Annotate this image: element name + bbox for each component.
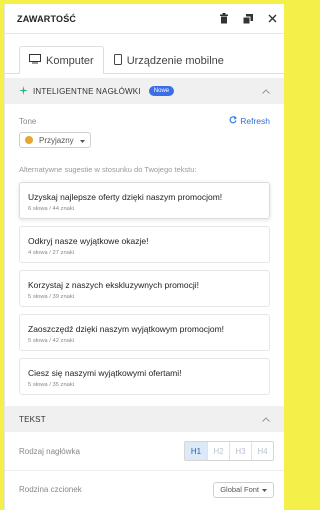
suggestion-list: Uzyskaj najlepsze oferty dzięki naszym p… [19, 182, 270, 395]
text-section-title: TEKST [19, 414, 46, 424]
suggestion-meta: 5 słowa / 35 znaki [28, 382, 75, 388]
suggestion-meta: 5 słowa / 42 znaki [28, 338, 75, 344]
suggestion-text: Zaoszczędź dzięki naszym wyjątkowym prom… [28, 324, 225, 334]
suggestion-meta: 4 słowa / 27 znaki [28, 250, 75, 256]
panel-header: ZAWARTOŚĆ [5, 4, 284, 34]
suggestion-meta: 6 słowa / 44 znaki [28, 206, 75, 212]
heading-type-label: Rodzaj nagłówka [19, 446, 80, 456]
mobile-icon [113, 53, 122, 68]
refresh-label: Refresh [240, 116, 270, 126]
suggestion-meta: 5 słowa / 39 znaki [28, 294, 75, 300]
refresh-icon [229, 116, 238, 126]
sidebar-panel: ZAWARTOŚĆ Komputer Urządzenie mobilne IN… [4, 4, 284, 510]
suggestion-card[interactable]: Uzyskaj najlepsze oferty dzięki naszym p… [19, 182, 270, 219]
text-section: TEKST Rodzaj nagłówka H1 H2 H3 H4 Rodzin… [5, 406, 284, 508]
heading-type-segmented: H1 H2 H3 H4 [184, 441, 274, 461]
refresh-button[interactable]: Refresh [229, 116, 270, 126]
caret-down-icon [262, 485, 267, 494]
close-icon[interactable] [260, 4, 284, 33]
chevron-up-icon[interactable] [262, 87, 270, 96]
heading-h2-button[interactable]: H2 [207, 442, 229, 460]
tab-mobile-label: Urządzenie mobilne [126, 54, 224, 67]
tab-desktop[interactable]: Komputer [19, 46, 104, 74]
heading-h3-button[interactable]: H3 [229, 442, 251, 460]
panel-title: ZAWARTOŚĆ [17, 13, 77, 24]
suggestion-card[interactable]: Odkryj nasze wyjątkowe okazje! 4 słowa /… [19, 226, 270, 263]
heading-h1-button[interactable]: H1 [185, 442, 207, 460]
suggestion-card[interactable]: Zaoszczędź dzięki naszym wyjątkowym prom… [19, 314, 270, 351]
tab-mobile[interactable]: Urządzenie mobilne [104, 46, 234, 74]
smart-headlines-header[interactable]: INTELIGENTNE NAGŁÓWKI Nowe [5, 78, 284, 104]
duplicate-icon[interactable] [236, 4, 260, 33]
new-badge: Nowe [148, 86, 175, 96]
desktop-icon [29, 54, 41, 67]
alternatives-label: Alternatywne sugestie w stosunku do Twoj… [19, 165, 197, 174]
font-family-select[interactable]: Global Font [213, 481, 274, 498]
font-family-label: Rodzina czcionek [19, 485, 82, 494]
heading-h4-button[interactable]: H4 [251, 442, 273, 460]
sparkle-icon [19, 85, 28, 97]
suggestion-text: Uzyskaj najlepsze oferty dzięki naszym p… [28, 192, 223, 202]
device-tabs: Komputer Urządzenie mobilne [5, 34, 284, 74]
font-family-row: Rodzina czcionek Global Font [5, 470, 284, 508]
suggestion-card[interactable]: Korzystaj z naszych ekskluzywnych promoc… [19, 270, 270, 307]
tone-label: Tone [19, 116, 37, 126]
suggestion-text: Korzystaj z naszych ekskluzywnych promoc… [28, 280, 200, 290]
tab-desktop-label: Komputer [46, 54, 94, 67]
text-section-header[interactable]: TEKST [5, 406, 284, 432]
font-family-value: Global Font [220, 485, 259, 494]
trash-icon[interactable] [212, 4, 236, 33]
tone-select[interactable]: Przyjazny [19, 132, 91, 148]
suggestion-card[interactable]: Ciesz się naszymi wyjątkowymi ofertami! … [19, 358, 270, 395]
suggestion-text: Ciesz się naszymi wyjątkowymi ofertami! [28, 368, 182, 378]
chevron-up-icon[interactable] [262, 415, 270, 424]
caret-down-icon [79, 136, 85, 145]
smiley-icon [25, 136, 33, 144]
heading-type-row: Rodzaj nagłówka H1 H2 H3 H4 [5, 432, 284, 470]
suggestion-text: Odkryj nasze wyjątkowe okazje! [28, 236, 149, 246]
tone-value: Przyjazny [39, 135, 74, 145]
smart-headlines-title: INTELIGENTNE NAGŁÓWKI [33, 86, 141, 96]
